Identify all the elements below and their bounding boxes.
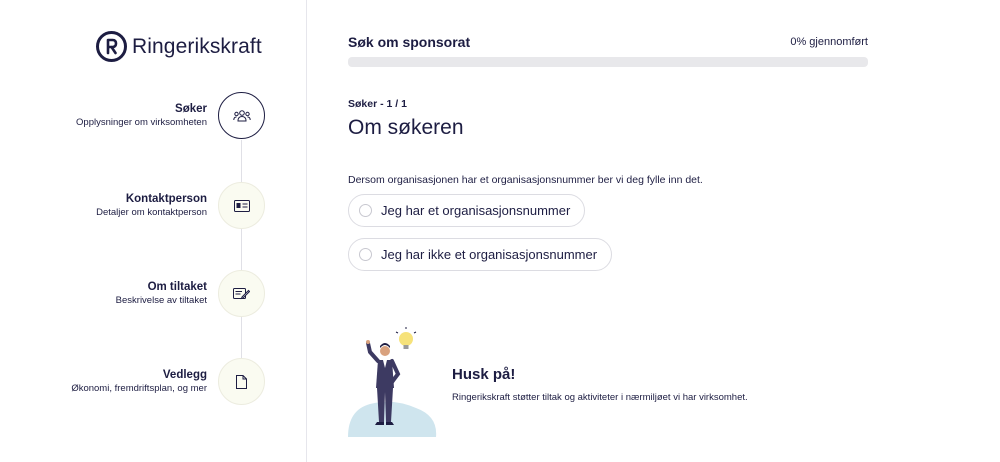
step-subtitle: Økonomi, fremdriftsplan, og mer [71, 383, 207, 394]
step-subtitle: Opplysninger om virksomheten [76, 117, 207, 128]
id-card-icon [218, 182, 265, 229]
section-step-label: Søker - 1 / 1 [348, 98, 407, 110]
question-text: Dersom organisasjonen har et organisasjo… [348, 174, 703, 186]
option-har-orgnummer[interactable]: Jeg har et organisasjonsnummer [348, 194, 586, 227]
brand-name: Ringerikskraft [132, 34, 262, 58]
option-har-ikke-orgnummer[interactable]: Jeg har ikke et organisasjonsnummer [348, 238, 613, 271]
option-label: Jeg har et organisasjonsnummer [381, 203, 571, 218]
step-title: Kontaktperson [125, 193, 207, 205]
users-icon [218, 92, 265, 139]
option-label: Jeg har ikke et organisasjonsnummer [381, 247, 598, 262]
step-kontaktperson[interactable]: Kontaktperson Detaljer om kontaktperson [0, 182, 307, 230]
hint-text: Ringerikskraft støtter tiltak og aktivit… [452, 392, 748, 403]
logo-mark-icon [96, 31, 127, 62]
sidebar: Ringerikskraft Søker Opplysninger om vir… [0, 0, 307, 462]
step-om-tiltaket[interactable]: Om tiltaket Beskrivelse av tiltaket [0, 270, 307, 318]
step-title: Søker [175, 103, 207, 115]
brand-logo[interactable]: Ringerikskraft [96, 31, 262, 62]
businessman-illustration-icon [348, 326, 438, 438]
step-soker[interactable]: Søker Opplysninger om virksomheten [0, 92, 307, 140]
step-title: Om tiltaket [147, 281, 207, 293]
file-icon [218, 358, 265, 405]
progress-title: Søk om sponsorat [348, 34, 471, 50]
radio-button[interactable] [359, 204, 372, 217]
step-subtitle: Beskrivelse av tiltaket [115, 295, 207, 306]
progress-label: 0% gjennomført [790, 36, 868, 48]
radio-button[interactable] [359, 248, 372, 261]
steps-connector [241, 140, 242, 380]
step-vedlegg[interactable]: Vedlegg Økonomi, fremdriftsplan, og mer [0, 358, 307, 406]
progress-bar [348, 57, 868, 67]
step-subtitle: Detaljer om kontaktperson [96, 207, 207, 218]
page-title: Om søkeren [348, 116, 464, 139]
hint-title: Husk på! [452, 366, 516, 383]
step-title: Vedlegg [162, 369, 207, 381]
edit-document-icon [218, 270, 265, 317]
